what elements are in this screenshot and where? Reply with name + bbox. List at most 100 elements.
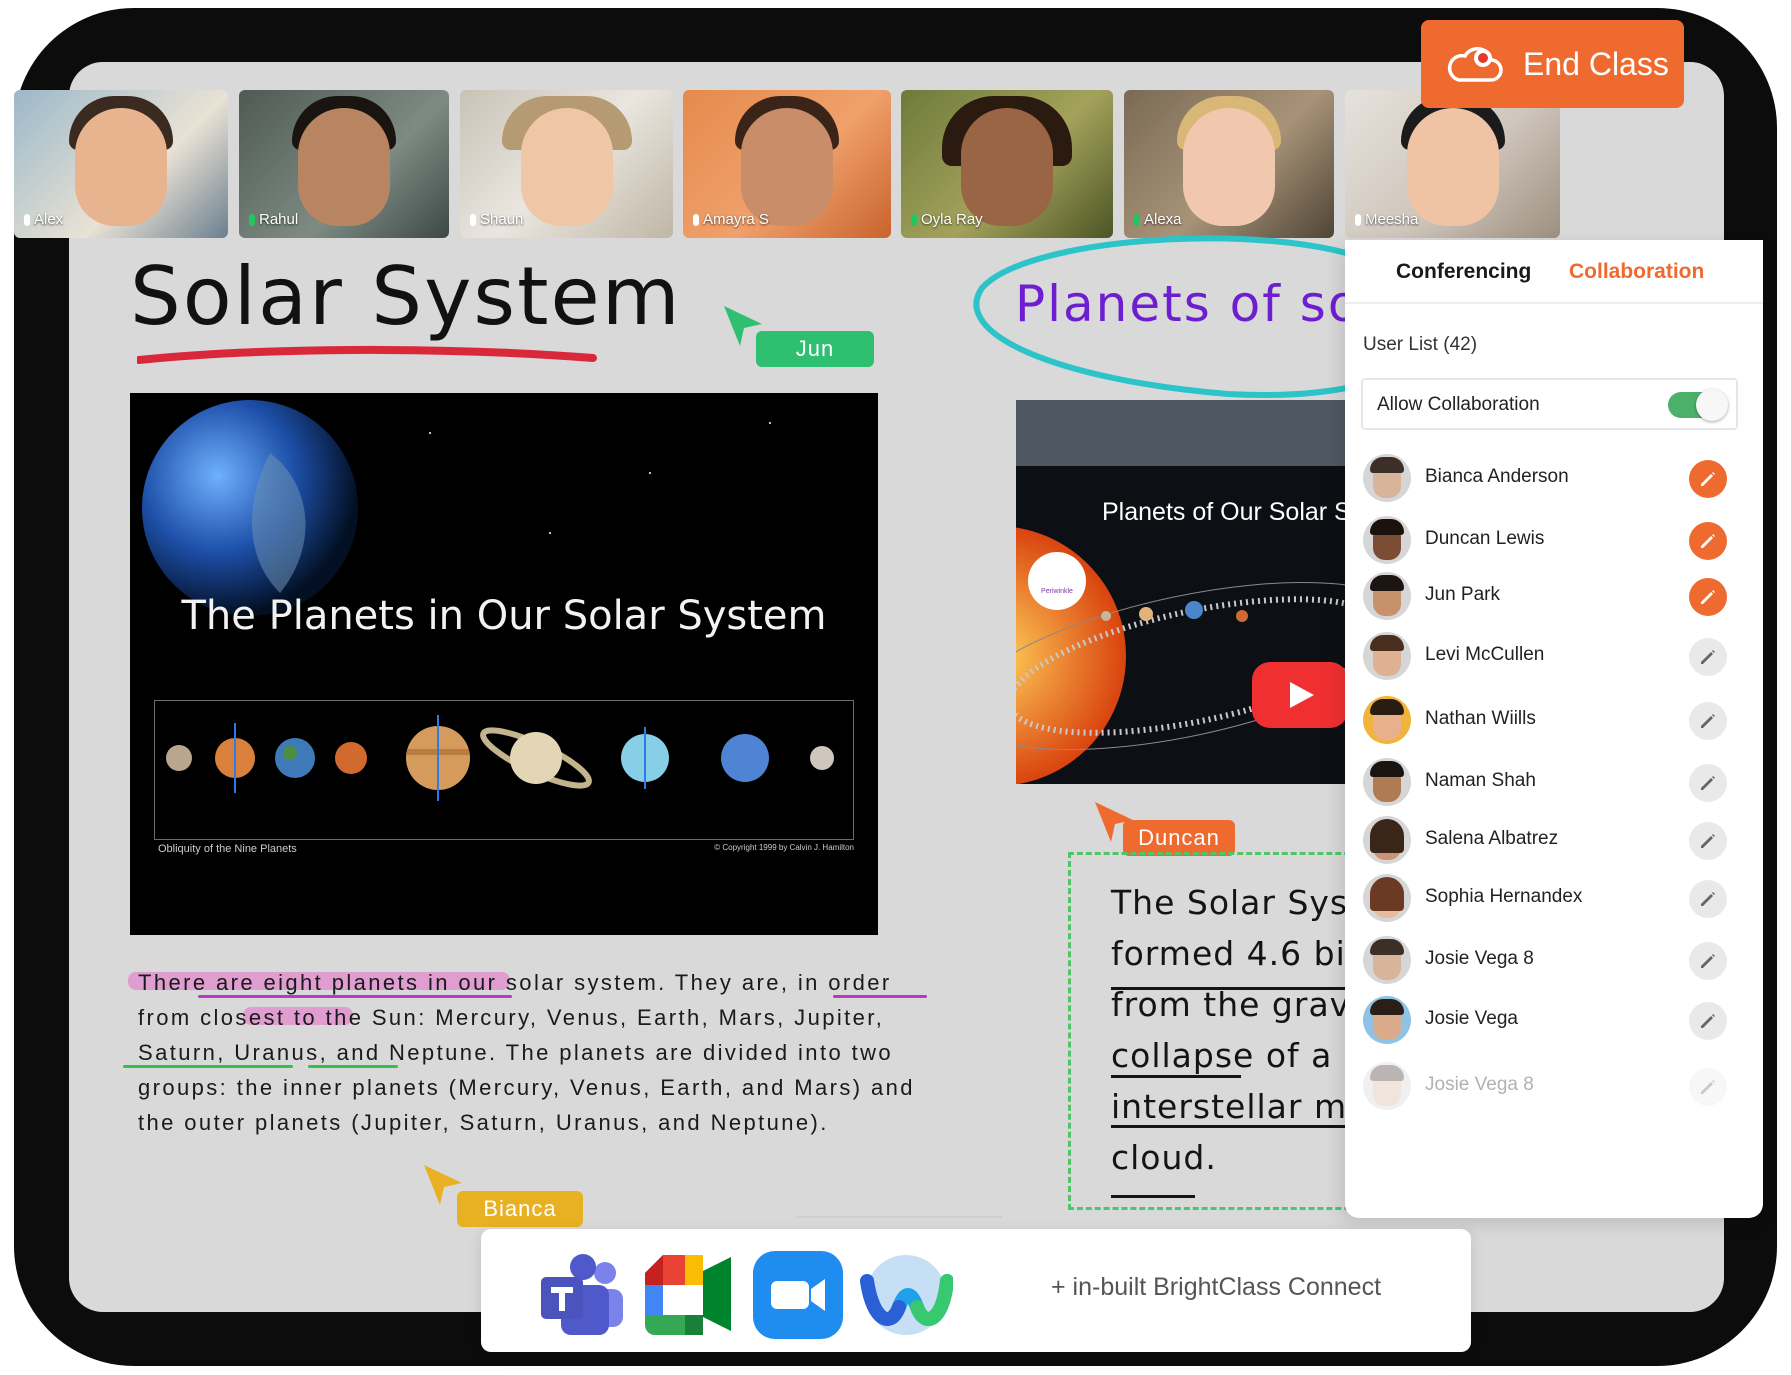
- avatar: [1363, 696, 1411, 744]
- participant-tile[interactable]: Meesha: [1345, 90, 1560, 238]
- planets-slide-image[interactable]: The Planets in Our Solar System Obliquit…: [130, 393, 878, 935]
- youtube-video-embed[interactable]: Periwinkle Planets of Our Solar S: [1016, 400, 1346, 784]
- user-list-count: User List (42): [1363, 334, 1478, 355]
- user-row: Bianca Anderson: [1345, 448, 1763, 508]
- participant-name: Meesha: [1355, 211, 1418, 228]
- pencil-icon: [1701, 776, 1715, 790]
- participant-face: [741, 108, 833, 226]
- participant-video-strip: Alex Rahul Shaun Amayra S Oyla Ray Alexa…: [14, 90, 1787, 240]
- mic-active-icon: [249, 213, 255, 226]
- edit-permission-button[interactable]: [1689, 764, 1727, 802]
- user-row: Josie Vega 8: [1345, 930, 1763, 990]
- body-paragraph[interactable]: There are eight planets in our solar sys…: [138, 965, 968, 1140]
- edit-permission-button[interactable]: [1689, 1068, 1727, 1106]
- edit-permission-button[interactable]: [1689, 942, 1727, 980]
- user-row: Sophia Hernandex: [1345, 868, 1763, 928]
- participant-name: Alex: [24, 211, 63, 228]
- participant-tile[interactable]: Shaun: [460, 90, 673, 238]
- edit-permission-button[interactable]: [1689, 460, 1727, 498]
- user-name: Salena Albatrez: [1425, 828, 1559, 849]
- pencil-icon: [1701, 1014, 1715, 1028]
- webex-icon[interactable]: [859, 1251, 953, 1339]
- tab-collaboration[interactable]: Collaboration: [1569, 260, 1704, 284]
- user-row: Jun Park: [1345, 566, 1763, 626]
- participant-face: [298, 108, 390, 226]
- participant-tile[interactable]: Rahul: [239, 90, 449, 238]
- user-name: Josie Vega 8: [1425, 1074, 1534, 1095]
- edit-permission-button[interactable]: [1689, 702, 1727, 740]
- user-name: Bianca Anderson: [1425, 466, 1569, 487]
- mic-muted-icon: [24, 213, 30, 226]
- user-name: Naman Shah: [1425, 770, 1536, 791]
- paragraph-line: Saturn, Uranus, and Neptune. The planets…: [138, 1040, 894, 1065]
- google-meet-icon[interactable]: [641, 1251, 735, 1339]
- participant-tile[interactable]: Amayra S: [683, 90, 891, 238]
- paragraph-line: groups: the inner planets (Mercury, Venu…: [138, 1075, 915, 1100]
- slide-title: The Planets in Our Solar System: [181, 593, 827, 639]
- participant-name: Shaun: [470, 211, 523, 228]
- participant-face: [1183, 108, 1275, 226]
- mic-muted-icon: [693, 213, 699, 226]
- pencil-icon: [1701, 834, 1715, 848]
- participant-name: Oyla Ray: [911, 211, 983, 228]
- brightclass-connect-label[interactable]: + in-built BrightClass Connect: [1051, 1273, 1381, 1302]
- title-underline-stroke: [137, 345, 597, 364]
- allow-collaboration-toggle[interactable]: [1668, 389, 1728, 421]
- participant-tile[interactable]: Alexa: [1124, 90, 1334, 238]
- microsoft-teams-icon[interactable]: [535, 1251, 629, 1339]
- participant-name: Rahul: [249, 211, 298, 228]
- collaboration-panel: Conferencing Collaboration User List (42…: [1345, 240, 1763, 1218]
- user-name: Nathan Wiills: [1425, 708, 1536, 729]
- user-row: Josie Vega 8: [1345, 1056, 1763, 1116]
- mic-muted-icon: [470, 213, 476, 226]
- planet-lineup-graphic: [166, 715, 834, 801]
- avatar: [1363, 996, 1411, 1044]
- zoom-icon[interactable]: [751, 1251, 845, 1339]
- pencil-icon: [1701, 714, 1715, 728]
- avatar: [1363, 516, 1411, 564]
- play-button[interactable]: [1252, 662, 1346, 728]
- paragraph-line: There are eight planets in our solar sys…: [138, 970, 892, 995]
- edit-permission-button[interactable]: [1689, 578, 1727, 616]
- whiteboard-title[interactable]: Solar System: [130, 250, 682, 343]
- panel-tabs: Conferencing Collaboration: [1345, 240, 1763, 304]
- participant-name: Amayra S: [693, 211, 769, 228]
- user-name: Jun Park: [1425, 584, 1500, 605]
- toggle-knob: [1696, 389, 1728, 421]
- user-row: Nathan Wiills: [1345, 690, 1763, 750]
- note-underline: [1111, 1125, 1371, 1128]
- edit-permission-button[interactable]: [1689, 1002, 1727, 1040]
- edit-permission-button[interactable]: [1689, 638, 1727, 676]
- tab-conferencing[interactable]: Conferencing: [1396, 260, 1531, 284]
- user-name: Josie Vega: [1425, 1008, 1518, 1029]
- integrations-bar: + in-built BrightClass Connect: [481, 1229, 1471, 1352]
- planets-heading[interactable]: Planets of so: [1015, 275, 1360, 333]
- participant-face: [75, 108, 167, 226]
- planet-lineup: [154, 700, 854, 840]
- participant-tile[interactable]: Oyla Ray: [901, 90, 1113, 238]
- slide-copyright: © Copyright 1999 by Calvin J. Hamilton: [714, 843, 854, 852]
- cursor-label-bianca: Bianca: [457, 1191, 583, 1227]
- avatar: [1363, 874, 1411, 922]
- participant-tile[interactable]: Alex: [14, 90, 228, 238]
- channel-logo: Periwinkle: [1028, 552, 1086, 610]
- handwritten-note[interactable]: The Solar Sys formed 4.6 bil from the gr…: [1068, 852, 1371, 1210]
- pencil-icon: [1701, 892, 1715, 906]
- paragraph-line: the outer planets (Jupiter, Saturn, Uran…: [138, 1110, 829, 1135]
- participant-name: Alexa: [1134, 211, 1182, 228]
- note-line: formed 4.6 bil: [1111, 934, 1356, 973]
- cursor-label-duncan: Duncan: [1123, 820, 1235, 856]
- edit-permission-button[interactable]: [1689, 522, 1727, 560]
- pencil-icon: [1701, 472, 1715, 486]
- allow-collaboration-label: Allow Collaboration: [1377, 394, 1540, 415]
- end-class-button[interactable]: End Class: [1421, 20, 1684, 108]
- participant-face: [520, 108, 613, 226]
- edit-permission-button[interactable]: [1689, 822, 1727, 860]
- pencil-icon: [1701, 1080, 1715, 1094]
- avatar: [1363, 758, 1411, 806]
- note-line: collapse of a g: [1111, 1036, 1366, 1075]
- user-name: Sophia Hernandex: [1425, 886, 1583, 907]
- mic-active-icon: [911, 213, 917, 226]
- paragraph-line: from closest to the Sun: Mercury, Venus,…: [138, 1005, 885, 1030]
- edit-permission-button[interactable]: [1689, 880, 1727, 918]
